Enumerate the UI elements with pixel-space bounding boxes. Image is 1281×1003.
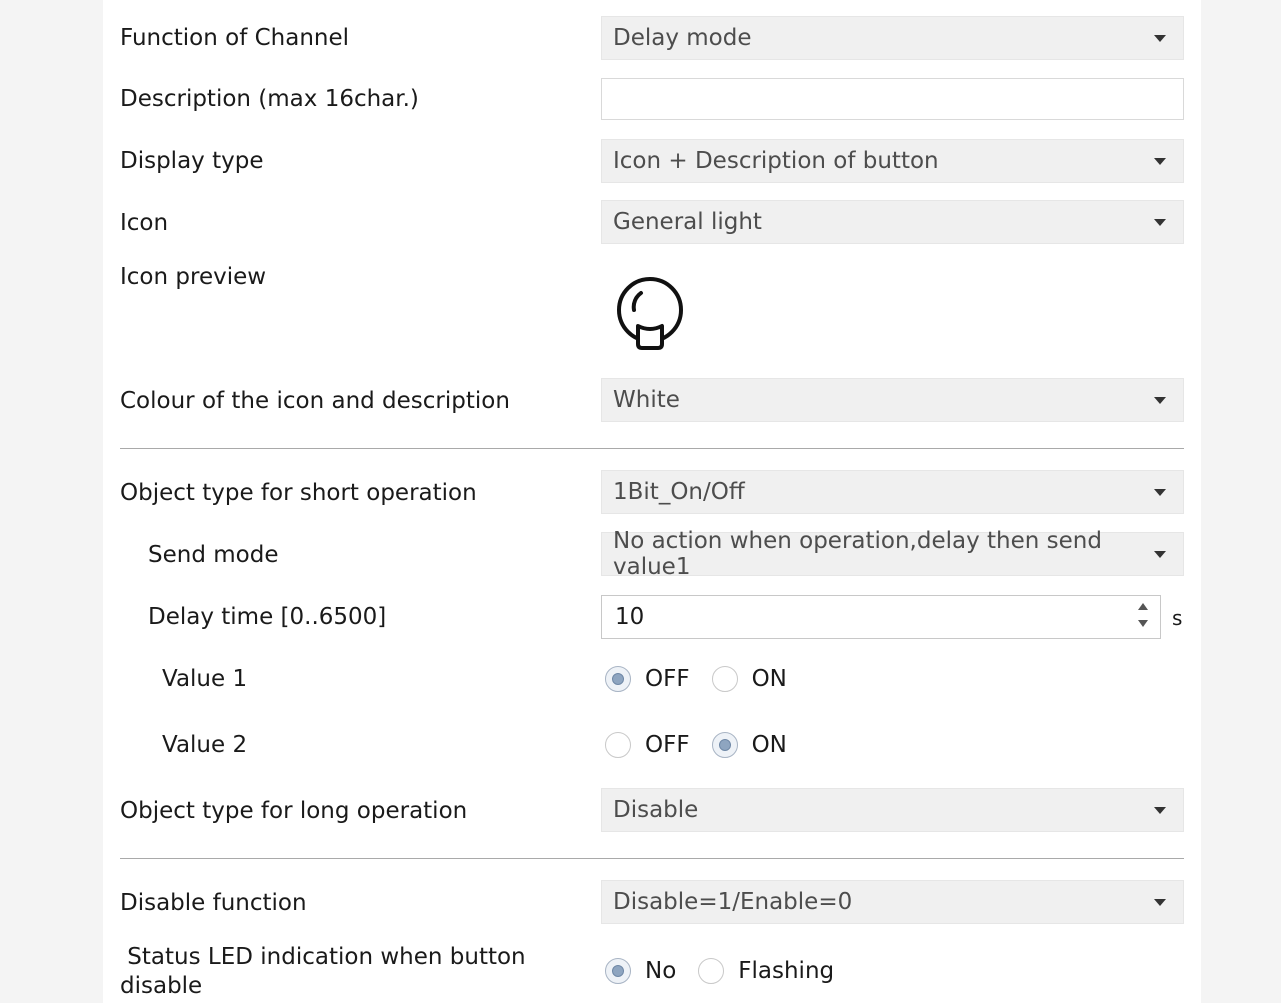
colour-label: Colour of the icon and description	[120, 388, 510, 414]
icon-label: Icon	[120, 210, 169, 236]
chevron-down-icon	[1154, 551, 1166, 558]
chevron-down-icon	[1154, 899, 1166, 906]
send-mode-label: Send mode	[148, 542, 279, 568]
status-led-radio-group: No Flashing	[605, 957, 856, 985]
spin-up-icon[interactable]	[1138, 603, 1148, 610]
value1-off-label[interactable]: OFF	[645, 665, 690, 693]
value1-label: Value 1	[162, 666, 248, 692]
right-margin-panel	[1201, 0, 1281, 1003]
chevron-down-icon	[1154, 807, 1166, 814]
value2-off-radio[interactable]	[605, 732, 631, 758]
value1-radio-group: OFF ON	[605, 665, 809, 693]
long-operation-value: Disable	[613, 797, 699, 823]
disable-function-value: Disable=1/Enable=0	[613, 889, 853, 915]
status-led-flashing-radio[interactable]	[698, 958, 725, 984]
value2-label: Value 2	[162, 732, 248, 758]
delay-time-label: Delay time [0..6500]	[148, 604, 387, 630]
spinner-arrows-icon[interactable]	[1138, 603, 1148, 631]
value2-on-label[interactable]: ON	[752, 731, 787, 759]
long-operation-label: Object type for long operation	[120, 798, 468, 824]
long-operation-dropdown[interactable]: Disable	[601, 788, 1184, 832]
function-of-channel-value: Delay mode	[613, 25, 752, 51]
short-operation-label: Object type for short operation	[120, 480, 477, 506]
value2-radio-group: OFF ON	[605, 731, 809, 759]
chevron-down-icon	[1154, 158, 1166, 165]
chevron-down-icon	[1154, 397, 1166, 404]
value2-off-label[interactable]: OFF	[645, 731, 690, 759]
section-divider	[120, 858, 1184, 859]
colour-value: White	[613, 387, 680, 413]
delay-time-value: 10	[615, 604, 645, 630]
light-bulb-icon	[617, 277, 683, 350]
disable-function-dropdown[interactable]: Disable=1/Enable=0	[601, 880, 1184, 924]
send-mode-dropdown[interactable]: No action when operation,delay then send…	[601, 528, 1184, 580]
icon-preview-label: Icon preview	[120, 264, 267, 290]
left-margin-panel	[0, 0, 103, 1003]
chevron-down-icon	[1154, 35, 1166, 42]
display-type-dropdown[interactable]: Icon + Description of button	[601, 139, 1184, 183]
short-operation-value: 1Bit_On/Off	[613, 479, 745, 505]
delay-time-unit: s	[1172, 606, 1183, 630]
description-input[interactable]	[601, 78, 1184, 120]
function-of-channel-label: Function of Channel	[120, 25, 350, 51]
value2-on-radio[interactable]	[711, 732, 738, 758]
disable-function-label: Disable function	[120, 890, 307, 916]
value1-off-radio[interactable]	[605, 666, 631, 692]
icon-value: General light	[613, 209, 762, 235]
description-label: Description (max 16char.)	[120, 86, 419, 112]
colour-dropdown[interactable]: White	[601, 378, 1184, 422]
status-led-no-label[interactable]: No	[645, 957, 676, 985]
function-of-channel-dropdown[interactable]: Delay mode	[601, 16, 1184, 60]
value1-on-label[interactable]: ON	[752, 665, 787, 693]
chevron-down-icon	[1154, 489, 1166, 496]
short-operation-dropdown[interactable]: 1Bit_On/Off	[601, 470, 1184, 514]
status-led-flashing-label[interactable]: Flashing	[738, 957, 834, 985]
display-type-label: Display type	[120, 148, 264, 174]
icon-dropdown[interactable]: General light	[601, 200, 1184, 244]
send-mode-value: No action when operation,delay then send…	[613, 528, 1102, 580]
status-led-label-line2: disable	[120, 973, 203, 999]
section-divider	[120, 448, 1184, 449]
chevron-down-icon	[1154, 219, 1166, 226]
status-led-no-radio[interactable]	[605, 958, 631, 984]
delay-time-spinbox[interactable]: 10	[601, 595, 1161, 639]
value1-on-radio[interactable]	[711, 666, 738, 692]
status-led-label-line1: Status LED indication when button	[120, 944, 526, 970]
display-type-value: Icon + Description of button	[613, 148, 939, 174]
spin-down-icon[interactable]	[1138, 620, 1148, 627]
